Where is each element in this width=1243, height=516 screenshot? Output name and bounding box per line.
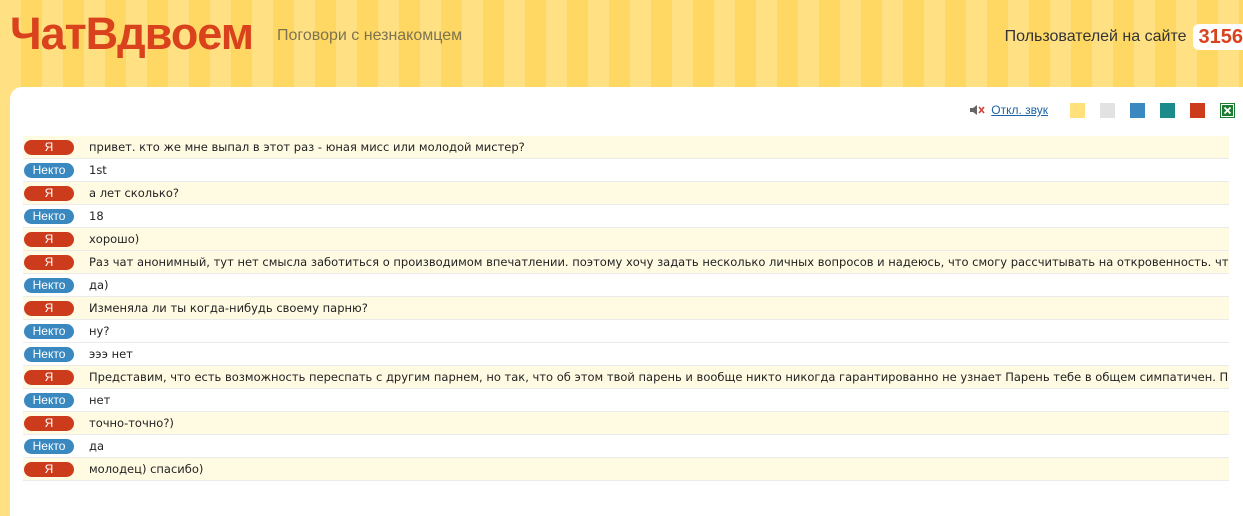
chat-message: Япривет. кто же мне выпал в этот раз - ю… xyxy=(23,136,1229,159)
sender-badge-me: Я xyxy=(24,461,74,477)
message-text: Представим, что есть возможность переспа… xyxy=(89,370,1229,384)
chat-message: Некто 18 xyxy=(23,205,1229,228)
message-text: 18 xyxy=(89,209,104,223)
online-users-label: Пользователей на сайте xyxy=(1004,28,1187,45)
message-text: да xyxy=(89,439,104,453)
message-list: Япривет. кто же мне выпал в этот раз - ю… xyxy=(23,136,1229,481)
chat-message: Я Изменяла ли ты когда-нибудь своему парн… xyxy=(23,297,1229,320)
message-text: привет. кто же мне выпал в этот раз - юн… xyxy=(89,140,525,154)
chat-message: Яхорошо) xyxy=(23,228,1229,251)
speaker-mute-icon xyxy=(970,105,985,115)
sender-badge-stranger: Некто xyxy=(24,162,74,178)
sender-badge-me: Я xyxy=(24,369,74,385)
sender-badge-me: Я xyxy=(24,139,74,155)
online-users-count: 3156 xyxy=(1192,24,1243,50)
message-text: Изменяла ли ты когда-нибудь своему парню… xyxy=(89,301,368,315)
sound-toggle-link[interactable]: Откл. звук xyxy=(991,103,1048,117)
message-text: эээ нет xyxy=(89,347,133,361)
theme-swatch-gray[interactable] xyxy=(1100,102,1115,118)
chat-message: Я Представим, что есть возможность пересп… xyxy=(23,366,1229,389)
chat-message: Некто да xyxy=(23,435,1229,458)
chat-message: Некто эээ нет xyxy=(23,343,1229,366)
sender-badge-stranger: Некто xyxy=(24,323,74,339)
site-tagline: Поговори с незнакомцем xyxy=(277,27,463,44)
chat-message: Некто ну? xyxy=(23,320,1229,343)
chat-panel: Откл. звук Япривет. кто же мне выпал в э… xyxy=(10,87,1243,516)
chat-message: Некто нет xyxy=(23,389,1229,412)
chat-message: Яа лет сколько? xyxy=(23,182,1229,205)
sender-badge-stranger: Некто xyxy=(24,346,74,362)
sender-badge-stranger: Некто xyxy=(24,277,74,293)
sender-badge-stranger: Некто xyxy=(24,438,74,454)
sender-badge-me: Я xyxy=(24,300,74,316)
sender-badge-me: Я xyxy=(24,185,74,201)
chat-message: Я Раз чат анонимный, тут нет смысла забот… xyxy=(23,251,1229,274)
message-text: хорошо) xyxy=(89,232,140,246)
theme-swatch-teal[interactable] xyxy=(1160,102,1175,118)
chat-toolbar: Откл. звук xyxy=(969,102,1235,118)
sender-badge-me: Я xyxy=(24,415,74,431)
excel-icon[interactable] xyxy=(1220,102,1235,118)
chat-message: Некто 1st xyxy=(23,159,1229,182)
sender-badge-stranger: Некто xyxy=(24,208,74,224)
theme-swatch-red[interactable] xyxy=(1190,102,1205,118)
theme-swatch-yellow[interactable] xyxy=(1070,102,1085,118)
sender-badge-me: Я xyxy=(24,231,74,247)
message-text: ну? xyxy=(89,324,110,338)
message-text: а лет сколько? xyxy=(89,186,180,200)
color-theme-picker xyxy=(1070,102,1205,118)
chat-message: Ямолодец) спасибо) xyxy=(23,458,1229,481)
message-text: нет xyxy=(89,393,111,407)
site-logo[interactable]: ЧатВдвоем xyxy=(10,8,254,60)
chat-message: Некто да) xyxy=(23,274,1229,297)
sound-toggle[interactable]: Откл. звук xyxy=(969,103,1048,117)
site-header: ЧатВдвоем Поговори с незнакомцем Пользов… xyxy=(0,0,1243,88)
message-text: 1st xyxy=(89,163,107,177)
message-text: Раз чат анонимный, тут нет смысла заботи… xyxy=(89,255,1229,269)
sender-badge-me: Я xyxy=(24,254,74,270)
sender-badge-stranger: Некто xyxy=(24,392,74,408)
theme-swatch-blue[interactable] xyxy=(1130,102,1145,118)
chat-message: Яточно-точно?) xyxy=(23,412,1229,435)
message-text: да) xyxy=(89,278,109,292)
message-text: молодец) спасибо) xyxy=(89,462,204,476)
online-users: Пользователей на сайте 3156 xyxy=(1005,24,1243,50)
message-text: точно-точно?) xyxy=(89,416,174,430)
